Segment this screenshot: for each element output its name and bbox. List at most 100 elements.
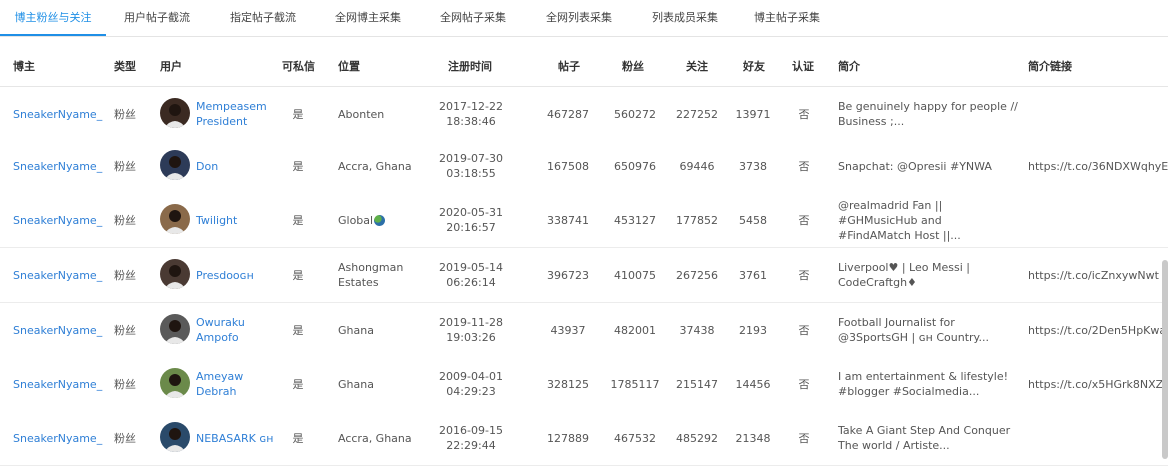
- user-link[interactable]: Owuraku Ampofo: [196, 303, 276, 357]
- tab-2[interactable]: 用户帖子截流: [106, 0, 208, 34]
- tab-3[interactable]: 指定帖子截流: [212, 0, 314, 34]
- table-row[interactable]: SneakerNyame_ 粉丝 Mempeasem President 是 Abont…: [0, 87, 1168, 142]
- blogger-link-text[interactable]: SneakerNyame_: [13, 268, 102, 283]
- user-link-text[interactable]: Don: [196, 159, 218, 174]
- blogger-link-text[interactable]: SneakerNyame_: [13, 107, 102, 122]
- user-link[interactable]: NEBASARK ɢʜ: [196, 411, 276, 465]
- blogger-link[interactable]: SneakerNyame_: [13, 248, 108, 302]
- table-row[interactable]: SneakerNyame_ 粉丝 Twilight 是 Global 2020-05-31…: [0, 193, 1168, 248]
- user-link-text[interactable]: Ameyaw Debrah: [196, 369, 276, 399]
- posts-cell-text: 127889: [547, 431, 589, 445]
- bio-link-cell: [1028, 411, 1166, 465]
- location-cell-text: Ghana: [338, 377, 374, 391]
- user-link[interactable]: Ameyaw Debrah: [196, 357, 276, 411]
- column-header-friends[interactable]: 好友: [743, 48, 765, 86]
- avatar[interactable]: [160, 204, 190, 234]
- friends-cell: 3738: [728, 139, 778, 193]
- friends-cell: 5458: [728, 193, 778, 247]
- reg-time-cell: 2019-07-30 03:18:55: [414, 139, 528, 193]
- following-cell-text: 177852: [676, 213, 718, 227]
- reg-time-cell-text: 2019-07-30 03:18:55: [439, 152, 503, 180]
- user-link[interactable]: Presdooɢʜ: [196, 248, 276, 302]
- posts-cell-text: 467287: [547, 107, 589, 121]
- verified-cell-text: 否: [798, 213, 810, 227]
- following-cell: 37438: [668, 303, 726, 357]
- avatar[interactable]: [160, 98, 190, 128]
- blogger-link[interactable]: SneakerNyame_: [13, 357, 108, 411]
- type-cell: 粉丝: [114, 357, 154, 411]
- blogger-link[interactable]: SneakerNyame_: [13, 139, 108, 193]
- user-link-text[interactable]: Owuraku Ampofo: [196, 315, 276, 345]
- bio-link-cell: https://t.co/2Den5HpKwa: [1028, 303, 1166, 357]
- verified-cell-text: 否: [798, 268, 810, 282]
- private-msg-cell: 是: [280, 303, 316, 357]
- column-header-following[interactable]: 关注: [686, 48, 708, 86]
- user-link-text[interactable]: Twilight: [196, 213, 237, 228]
- column-header-posts[interactable]: 帖子: [558, 48, 580, 86]
- blogger-link[interactable]: SneakerNyame_: [13, 303, 108, 357]
- column-header-bio-link[interactable]: 简介链接: [1028, 48, 1072, 86]
- tab-4[interactable]: 全网博主采集: [314, 0, 422, 34]
- column-header-followers[interactable]: 粉丝: [622, 48, 644, 86]
- location-cell: Abonten: [338, 87, 413, 141]
- blogger-link[interactable]: SneakerNyame_: [13, 193, 108, 247]
- blogger-link[interactable]: SneakerNyame_: [13, 411, 108, 465]
- blogger-link-text[interactable]: SneakerNyame_: [13, 213, 102, 228]
- blogger-link-text[interactable]: SneakerNyame_: [13, 377, 102, 392]
- blogger-link[interactable]: SneakerNyame_: [13, 87, 108, 141]
- blogger-link-text[interactable]: SneakerNyame_: [13, 323, 102, 338]
- type-cell: 粉丝: [114, 87, 154, 141]
- avatar[interactable]: [160, 150, 190, 180]
- blogger-link-text[interactable]: SneakerNyame_: [13, 431, 102, 446]
- private-msg-cell-text: 是: [292, 323, 304, 337]
- column-header-blogger[interactable]: 博主: [13, 48, 35, 86]
- tab-7[interactable]: 列表成员采集: [632, 0, 738, 34]
- column-header-location[interactable]: 位置: [338, 48, 360, 86]
- followers-cell: 560272: [602, 87, 668, 141]
- column-header-private-msg[interactable]: 可私信: [282, 48, 315, 86]
- bio-cell-text: Football Journalist for @3SportsGH | ɢʜ …: [838, 316, 989, 344]
- table-row[interactable]: SneakerNyame_ 粉丝 Presdooɢʜ 是 Ashongman Estat…: [0, 248, 1168, 303]
- reg-time-cell: 2019-05-14 06:26:14: [414, 248, 528, 302]
- type-cell-text: 粉丝: [114, 159, 136, 173]
- table-row[interactable]: SneakerNyame_ 粉丝 Ameyaw Debrah 是 Ghana 2009-0…: [0, 357, 1168, 412]
- table-row[interactable]: SneakerNyame_ 粉丝 NEBASARK ɢʜ 是 Accra, Ghana 2…: [0, 411, 1168, 466]
- column-header-user[interactable]: 用户: [160, 48, 182, 86]
- user-link[interactable]: Mempeasem President: [196, 87, 276, 141]
- user-link-text[interactable]: Mempeasem President: [196, 99, 276, 129]
- column-header-type[interactable]: 类型: [114, 48, 136, 86]
- private-msg-cell: 是: [280, 357, 316, 411]
- avatar[interactable]: [160, 314, 190, 344]
- user-link[interactable]: Twilight: [196, 193, 276, 247]
- bio-cell-text: Liverpool♥ | Leo Messi | CodeCraftgh♦: [838, 261, 970, 289]
- verified-cell-text: 否: [798, 159, 810, 173]
- followers-cell: 410075: [602, 248, 668, 302]
- table-row[interactable]: SneakerNyame_ 粉丝 Don 是 Accra, Ghana 2019-07-3…: [0, 139, 1168, 194]
- avatar[interactable]: [160, 259, 190, 289]
- type-cell-text: 粉丝: [114, 377, 136, 391]
- user-link-text[interactable]: Presdooɢʜ: [196, 268, 254, 283]
- column-header-reg-time[interactable]: 注册时间: [448, 48, 492, 86]
- following-cell-text: 37438: [679, 323, 715, 337]
- column-header-bio[interactable]: 简介: [838, 48, 860, 86]
- table-row[interactable]: SneakerNyame_ 粉丝 Owuraku Ampofo 是 Ghana 2019-…: [0, 303, 1168, 358]
- user-link[interactable]: Don: [196, 139, 276, 193]
- following-cell: 267256: [668, 248, 726, 302]
- following-cell-text: 267256: [676, 268, 718, 282]
- tab-8[interactable]: 博主帖子采集: [738, 0, 836, 34]
- avatar[interactable]: [160, 422, 190, 452]
- user-link-text[interactable]: NEBASARK ɢʜ: [196, 431, 273, 446]
- vertical-scrollbar[interactable]: [1162, 260, 1168, 459]
- reg-time-cell: 2017-12-22 18:38:46: [414, 87, 528, 141]
- type-cell-text: 粉丝: [114, 323, 136, 337]
- friends-cell-text: 2193: [739, 323, 767, 337]
- reg-time-cell-text: 2019-05-14 06:26:14: [439, 261, 503, 289]
- verified-cell: 否: [790, 193, 818, 247]
- blogger-link-text[interactable]: SneakerNyame_: [13, 159, 102, 174]
- followers-cell-text: 1785117: [610, 377, 660, 391]
- column-header-verified[interactable]: 认证: [792, 48, 814, 86]
- tab-5[interactable]: 全网帖子采集: [420, 0, 526, 34]
- avatar[interactable]: [160, 368, 190, 398]
- tab-6[interactable]: 全网列表采集: [526, 0, 632, 34]
- tab-1[interactable]: 博主粉丝与关注: [0, 0, 106, 36]
